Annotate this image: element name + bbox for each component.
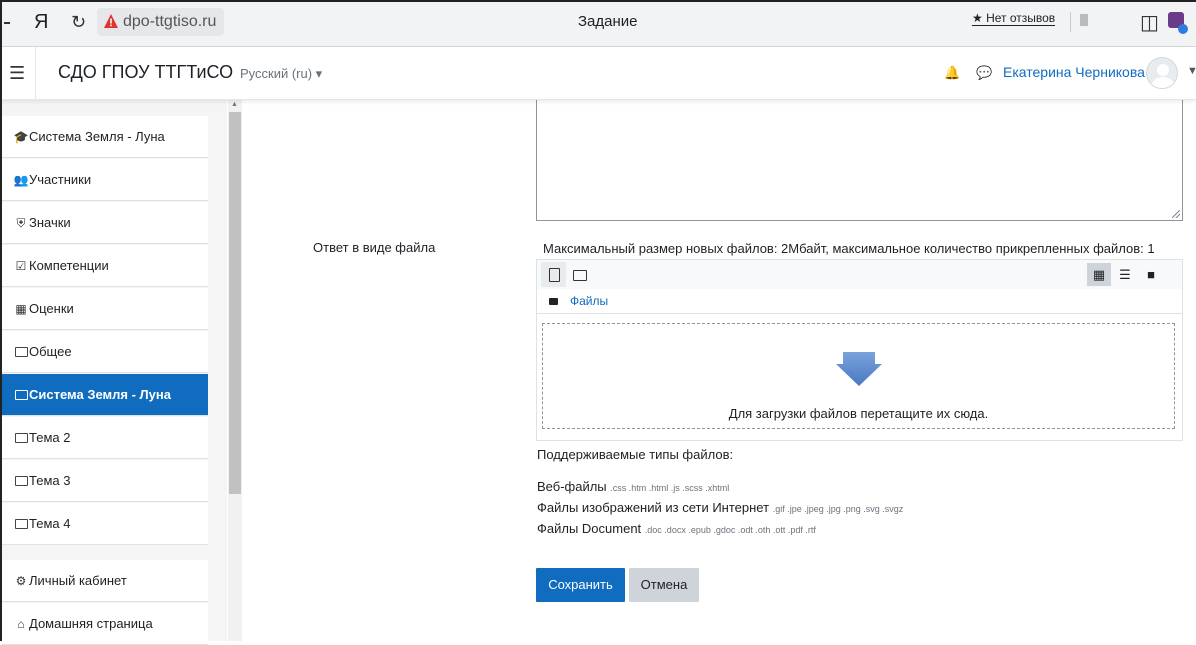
sidebar-item-topic-4[interactable]: Тема 4 — [2, 503, 208, 545]
view-list-button[interactable]: ☰ — [1113, 263, 1137, 286]
create-folder-button[interactable] — [567, 262, 592, 287]
avatar[interactable] — [1146, 57, 1178, 89]
file-type-row: Файлы изображений из сети Интернет .gif … — [537, 500, 903, 515]
online-text-editor[interactable] — [536, 100, 1183, 221]
sidebar-item-topic-3[interactable]: Тема 3 — [2, 460, 208, 502]
sidebar-item-grades[interactable]: ▦ Оценки — [2, 288, 208, 330]
scroll-up-icon[interactable]: ▲ — [231, 101, 238, 108]
file-submission-label: Ответ в виде файла — [313, 240, 436, 255]
view-tree-button[interactable]: ■ — [1139, 263, 1163, 286]
sidebar-item-section-earth-moon[interactable]: Система Земля - Луна — [2, 374, 208, 416]
site-navbar: ☰ СДО ГПОУ ТТГТиСО Русский (ru) ▾ 🔔 💬 Ек… — [0, 47, 1196, 100]
sidebar-item-course[interactable]: 🎓 Система Земля - Луна — [2, 116, 208, 158]
file-type-name: Веб-файлы — [537, 479, 607, 494]
reload-icon[interactable]: ↻ — [71, 12, 86, 33]
file-type-extensions: .css .htm .html .js .scss .xhtml — [610, 483, 730, 493]
scrollbar-thumb[interactable] — [229, 112, 241, 494]
save-button[interactable]: Сохранить — [536, 568, 625, 602]
dashboard-icon: ⚙ — [15, 574, 27, 588]
sidebar-item-badges[interactable]: ⛨ Значки — [2, 202, 208, 244]
file-drop-zone[interactable]: Для загрузки файлов перетащите их сюда. — [542, 323, 1175, 429]
folder-icon — [12, 417, 30, 459]
max-size-info: Максимальный размер новых файлов: 2Мбайт… — [543, 241, 1155, 256]
sidebar-item-label: Значки — [29, 215, 71, 230]
extension-badge-icon — [1178, 24, 1188, 34]
file-type-name: Файлы изображений из сети Интернет — [537, 500, 770, 515]
checkbox-icon: ☑ — [15, 259, 27, 273]
browser-toolbar: Я ↻ dpo-ttgtiso.ru Задание ★ Нет отзывов… — [0, 0, 1196, 47]
view-icons-button[interactable]: ▦ — [1087, 263, 1111, 286]
sidebar-item-home[interactable]: ⌂ Домашняя страница — [2, 603, 208, 645]
divider — [1070, 12, 1071, 32]
file-type-row: Файлы Document .doc .docx .epub .gdoc .o… — [537, 521, 816, 536]
sidebar-item-label: Личный кабинет — [29, 573, 127, 588]
file-type-extensions: .doc .docx .epub .gdoc .odt .oth .ott .p… — [644, 525, 816, 535]
users-icon: 👥 — [13, 173, 29, 187]
folder-icon — [12, 374, 30, 416]
sidebar-item-competencies[interactable]: ☑ Компетенции — [2, 245, 208, 287]
sidebar-item-dashboard[interactable]: ⚙ Личный кабинет — [2, 560, 208, 602]
sidebar-item-participants[interactable]: 👥 Участники — [2, 159, 208, 201]
bell-icon[interactable]: 🔔 — [944, 65, 960, 81]
bookmark-icon[interactable] — [1080, 14, 1088, 26]
folder-icon — [549, 298, 558, 305]
home-icon: ⌂ — [17, 617, 25, 631]
path-files-link[interactable]: Файлы — [570, 289, 608, 314]
sidebar-item-label: Оценки — [29, 301, 74, 316]
minimize-icon[interactable] — [4, 22, 10, 24]
folder-icon — [573, 270, 587, 281]
file-path-bar: Файлы — [537, 289, 1182, 314]
sidebar-item-label: Система Земля - Луна — [29, 387, 171, 402]
sidebar-item-label: Тема 3 — [29, 473, 71, 488]
extension-icon[interactable]: ◫ — [1140, 10, 1159, 35]
file-icon — [549, 268, 560, 282]
warning-icon — [104, 14, 118, 28]
hamburger-menu-icon[interactable]: ☰ — [9, 63, 25, 84]
add-file-button[interactable] — [541, 262, 566, 287]
download-arrow-icon — [836, 352, 882, 386]
address-bar[interactable]: dpo-ttgtiso.ru — [97, 8, 225, 36]
yandex-logo[interactable]: Я — [34, 11, 48, 34]
sidebar-item-label: Компетенции — [29, 258, 109, 273]
file-picker: ▦ ☰ ■ Файлы Для загрузки файлов перетащи… — [536, 259, 1183, 441]
folder-icon — [12, 460, 30, 502]
site-name[interactable]: СДО ГПОУ ТТГТиСО — [58, 62, 233, 83]
reviews-link[interactable]: ★ Нет отзывов — [972, 11, 1056, 26]
file-picker-toolbar: ▦ ☰ ■ — [537, 260, 1182, 289]
file-type-row: Веб-файлы .css .htm .html .js .scss .xht… — [537, 479, 729, 494]
sidebar-item-general[interactable]: Общее — [2, 331, 208, 373]
tab-title: Задание — [578, 13, 638, 30]
divider — [35, 47, 36, 100]
chevron-down-icon[interactable]: ▼ — [1187, 65, 1196, 77]
language-menu[interactable]: Русский (ru) ▾ — [240, 66, 322, 82]
folder-icon — [12, 331, 30, 373]
chat-icon[interactable]: 💬 — [976, 65, 992, 81]
sidebar-item-topic-2[interactable]: Тема 2 — [2, 417, 208, 459]
resize-handle-icon[interactable] — [1172, 210, 1180, 218]
cancel-button[interactable]: Отмена — [629, 568, 699, 602]
file-type-name: Файлы Document — [537, 521, 642, 536]
drop-hint-text: Для загрузки файлов перетащите их сюда. — [728, 406, 989, 421]
sidebar-item-label: Система Земля - Луна — [29, 129, 165, 144]
sidebar-item-label: Домашняя страница — [29, 616, 153, 631]
supported-types-title: Поддерживаемые типы файлов: — [537, 447, 734, 462]
graduation-cap-icon: 🎓 — [13, 130, 29, 144]
user-name[interactable]: Екатерина Черникова — [1003, 64, 1145, 80]
sidebar-item-label: Тема 4 — [29, 516, 71, 531]
sidebar-item-label: Участники — [29, 172, 92, 187]
folder-icon — [12, 503, 30, 545]
table-icon: ▦ — [15, 302, 27, 316]
sidebar-item-label: Общее — [29, 344, 72, 359]
shield-icon: ⛨ — [16, 216, 26, 230]
file-type-extensions: .gif .jpe .jpeg .jpg .png .svg .svgz — [772, 504, 904, 514]
url-text: dpo-ttgtiso.ru — [123, 13, 217, 30]
sidebar-item-label: Тема 2 — [29, 430, 71, 445]
